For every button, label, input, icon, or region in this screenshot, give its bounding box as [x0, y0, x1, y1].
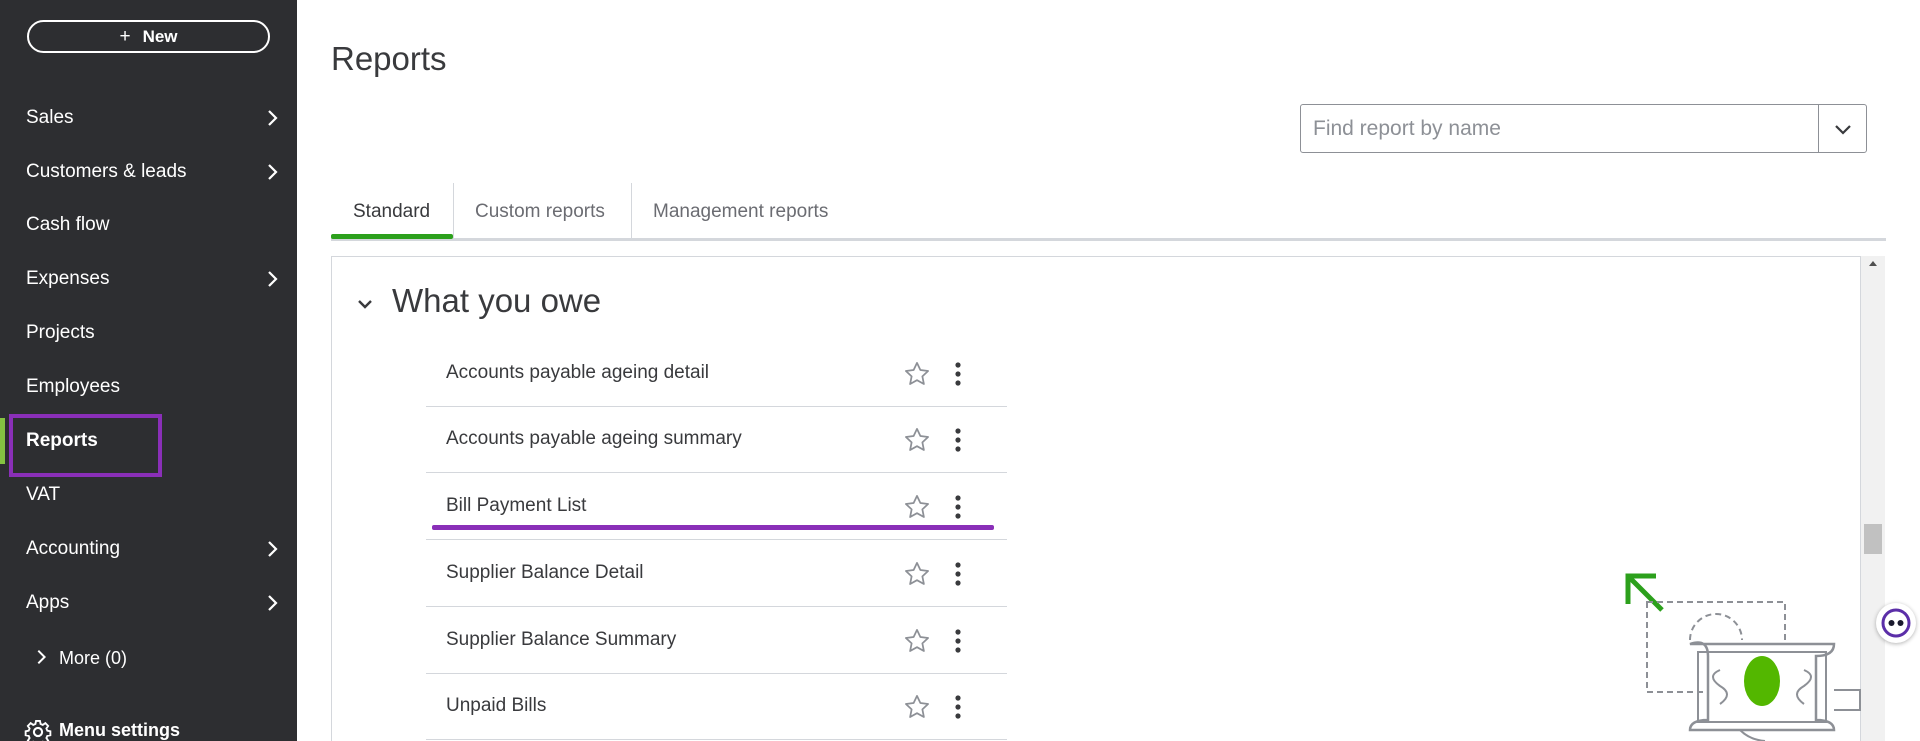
more-label: More (0): [59, 647, 128, 668]
sidebar-item-label: Sales: [26, 107, 74, 128]
gear-icon: [24, 719, 52, 741]
sidebar: + New Sales Customers & leads Cash flow …: [0, 0, 297, 741]
assistant-icon: [1881, 608, 1911, 638]
tab-divider: [453, 183, 454, 238]
scroll-up-arrow-icon[interactable]: [1866, 256, 1880, 270]
search-input[interactable]: [1301, 105, 1818, 152]
page-title: Reports: [331, 40, 447, 77]
sidebar-item-projects[interactable]: Projects: [0, 310, 297, 356]
more-vertical-icon[interactable]: [951, 627, 965, 655]
report-row: Accounts payable ageing detail: [426, 340, 1007, 407]
section-title: What you owe: [392, 282, 602, 319]
sidebar-item-vat[interactable]: VAT: [0, 472, 297, 518]
report-link[interactable]: Accounts payable ageing detail: [446, 362, 709, 384]
tab-management-reports[interactable]: Management reports: [631, 183, 850, 241]
sidebar-item-more[interactable]: More (0): [0, 636, 297, 680]
chevron-right-icon: [37, 649, 47, 665]
report-row: Unpaid Bills: [426, 673, 1007, 740]
sidebar-item-expenses[interactable]: Expenses: [0, 256, 297, 302]
sidebar-item-label: Apps: [26, 592, 70, 613]
chevron-right-icon: [268, 595, 278, 611]
report-tabs: Standard Custom reports Management repor…: [331, 183, 1886, 241]
tab-divider: [631, 183, 632, 238]
chevron-right-icon: [268, 110, 278, 126]
scrollbar-thumb[interactable]: [1864, 524, 1882, 554]
sidebar-item-label: Cash flow: [26, 214, 110, 235]
report-link[interactable]: Bill Payment List: [446, 495, 586, 517]
star-icon[interactable]: [903, 493, 931, 521]
assistant-button[interactable]: [1876, 603, 1916, 643]
more-vertical-icon[interactable]: [951, 493, 965, 521]
search-dropdown-button[interactable]: [1818, 105, 1866, 152]
sidebar-item-accounting[interactable]: Accounting: [0, 526, 297, 572]
more-vertical-icon[interactable]: [951, 693, 965, 721]
report-link[interactable]: Unpaid Bills: [446, 695, 546, 717]
chevron-right-icon: [268, 541, 278, 557]
star-icon[interactable]: [903, 560, 931, 588]
tab-custom-reports[interactable]: Custom reports: [453, 183, 627, 241]
star-icon[interactable]: [903, 360, 931, 388]
new-button-label: New: [142, 26, 178, 46]
star-icon[interactable]: [903, 693, 931, 721]
more-vertical-icon[interactable]: [951, 426, 965, 454]
report-row: Supplier Balance Detail: [426, 540, 1007, 607]
annotation-underline: [432, 525, 994, 530]
tab-standard[interactable]: Standard: [331, 183, 452, 241]
menu-settings-label: Menu settings: [59, 720, 181, 740]
report-search: [1300, 104, 1867, 153]
chevron-right-icon: [268, 271, 278, 287]
sidebar-item-label: Accounting: [26, 538, 121, 559]
money-illustration: [1625, 573, 1861, 741]
sidebar-item-employees[interactable]: Employees: [0, 364, 297, 410]
sidebar-item-label: Projects: [26, 322, 95, 343]
more-vertical-icon[interactable]: [951, 560, 965, 588]
report-link[interactable]: Supplier Balance Summary: [446, 629, 676, 651]
active-tab-underline: [331, 234, 453, 239]
new-button[interactable]: + New: [27, 20, 270, 53]
chevron-down-icon[interactable]: [354, 293, 376, 315]
chevron-down-icon: [1834, 124, 1851, 135]
sidebar-item-label: Employees: [26, 376, 120, 397]
sidebar-item-apps[interactable]: Apps: [0, 580, 297, 626]
more-vertical-icon[interactable]: [951, 360, 965, 388]
star-icon[interactable]: [903, 426, 931, 454]
plus-icon: +: [119, 25, 131, 47]
sidebar-item-cash-flow[interactable]: Cash flow: [0, 202, 297, 248]
sidebar-item-label: Expenses: [26, 268, 110, 289]
sidebar-item-label: VAT: [26, 484, 61, 505]
annotation-highlight-box: [9, 414, 162, 477]
menu-settings-button[interactable]: Menu settings: [0, 714, 297, 741]
report-row: Accounts payable ageing summary: [426, 406, 1007, 473]
star-icon[interactable]: [903, 627, 931, 655]
chevron-right-icon: [268, 164, 278, 180]
sidebar-item-sales[interactable]: Sales: [0, 95, 297, 141]
sidebar-item-label: Customers & leads: [26, 161, 187, 182]
report-link[interactable]: Accounts payable ageing summary: [446, 428, 742, 450]
report-link[interactable]: Supplier Balance Detail: [446, 562, 644, 584]
report-row: Supplier Balance Summary: [426, 607, 1007, 674]
sidebar-item-customers-leads[interactable]: Customers & leads: [0, 149, 297, 195]
